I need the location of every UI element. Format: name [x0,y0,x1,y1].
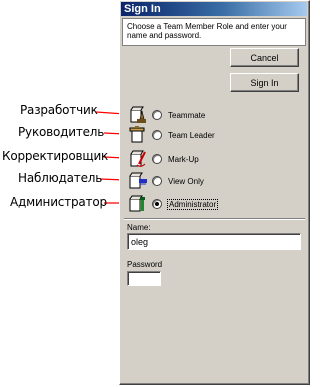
team-leader-icon [129,126,145,143]
password-input[interactable] [127,271,161,286]
callout-developer: Разработчик [20,103,98,117]
callout-administrator: Администратор [10,195,107,209]
role-option-markup[interactable]: Mark-Up [128,149,200,169]
password-label: Password [127,260,163,269]
sign-in-dialog: Sign In Choose a Team Member Role and en… [119,0,310,385]
role-radio-administrator[interactable] [152,199,162,209]
callout-observer: Наблюдатель [18,171,103,185]
administrator-icon [129,195,145,212]
role-radio-view-only[interactable] [152,176,162,186]
role-label-team-leader: Team Leader [168,130,215,140]
divider [124,218,305,220]
role-option-view-only[interactable]: View Only [128,171,205,191]
role-label-administrator: Administrator [167,198,219,210]
role-option-team-leader[interactable]: Team Leader [128,125,216,145]
role-radio-teammate[interactable] [152,110,162,120]
role-radio-team-leader[interactable] [152,130,162,140]
sign-in-button[interactable]: Sign In [230,73,299,92]
role-option-administrator[interactable]: Administrator [128,194,219,214]
name-label: Name: [127,223,151,232]
cancel-button[interactable]: Cancel [230,48,299,67]
role-radio-markup[interactable] [152,154,162,164]
role-label-teammate: Teammate [168,110,206,120]
instructions-text: Choose a Team Member Role and enter your… [122,18,306,46]
dialog-title: Sign In [121,2,307,16]
markup-icon [130,150,146,167]
name-input[interactable]: oleg [127,233,301,250]
callout-manager: Руководитель [18,125,105,139]
role-label-markup: Mark-Up [168,154,199,164]
teammate-icon [130,106,146,123]
role-option-teammate[interactable]: Teammate [128,105,206,125]
view-only-icon [129,172,147,189]
role-label-view-only: View Only [168,176,204,186]
callout-corrector: Корректировщик [2,149,109,163]
